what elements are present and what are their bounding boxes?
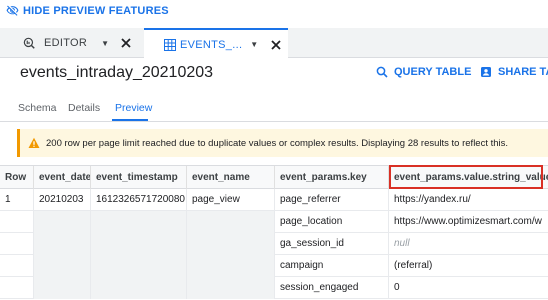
column-header: event_timestamp (91, 166, 187, 190)
search-icon (376, 66, 388, 78)
warning-icon (28, 137, 40, 148)
empty-cell (187, 211, 275, 233)
query-table-button[interactable]: QUERY TABLE (376, 66, 471, 78)
hide-preview-label: HIDE PREVIEW FEATURES (23, 4, 169, 17)
chevron-down-icon[interactable]: ▼ (101, 39, 109, 48)
query-editor-icon (23, 37, 35, 49)
cell-param-value: https://www.optimizesmart.com/w (394, 216, 542, 227)
empty-cell (187, 277, 275, 299)
column-header: Row (0, 166, 34, 190)
tab-details[interactable]: Details (68, 102, 100, 114)
empty-cell (34, 277, 91, 299)
table-row: page_location https://www.optimizesmart.… (0, 211, 548, 233)
close-icon[interactable] (270, 39, 282, 51)
row-number (0, 255, 34, 277)
chevron-down-icon[interactable]: ▼ (250, 40, 258, 49)
table-icon (164, 38, 176, 51)
table-row: session_engaged 0 (0, 277, 548, 299)
cell-param-value: 0 (394, 282, 400, 293)
person-add-icon (481, 67, 491, 77)
cell-param-key: session_engaged (275, 277, 389, 299)
empty-cell (91, 277, 187, 299)
cell-event-name: page_view (187, 189, 275, 211)
cell-param-value-null: null (394, 238, 410, 249)
tab-events[interactable]: EVENTS_... ▼ (144, 28, 288, 59)
active-tab-indicator (112, 119, 148, 121)
cell-param-key: ga_session_id (275, 233, 389, 255)
table-row: ga_session_id null (0, 233, 548, 255)
empty-cell (91, 233, 187, 255)
row-number: 1 (0, 189, 34, 211)
cell-param-key: page_location (275, 211, 389, 233)
column-header: event_name (187, 166, 275, 190)
page-title: events_intraday_20210203 (20, 64, 214, 81)
empty-cell (187, 255, 275, 277)
empty-cell (91, 211, 187, 233)
cell-param-key: campaign (275, 255, 389, 277)
hide-preview-features-button[interactable]: HIDE PREVIEW FEATURES (6, 4, 169, 17)
row-limit-warning: 200 row per page limit reached due to du… (17, 129, 548, 157)
row-number (0, 277, 34, 299)
editor-tab-bar: EDITOR ▼ EVENTS_... ▼ (0, 28, 548, 59)
eye-off-icon (6, 5, 19, 16)
table-row: 1 20210203 1612326571720080 page_view pa… (0, 189, 548, 211)
cell-param-value: (referral) (394, 260, 433, 271)
query-table-label: QUERY TABLE (394, 66, 472, 78)
empty-cell (34, 233, 91, 255)
table-header-row: Row event_date event_timestamp event_nam… (0, 165, 548, 190)
empty-cell (34, 255, 91, 277)
cell-param-value: https://yandex.ru/ (394, 194, 471, 205)
cell-event-date: 20210203 (34, 189, 91, 211)
table-header: events_intraday_20210203 QUERY TABLE SHA… (0, 58, 548, 92)
table-subtabs: Schema Details Preview (0, 96, 548, 122)
tab-preview[interactable]: Preview (115, 102, 152, 114)
row-number (0, 233, 34, 255)
column-header: event_date (34, 166, 91, 190)
top-bar: HIDE PREVIEW FEATURES (0, 0, 548, 24)
column-header: event_params.key (275, 166, 389, 190)
tab-schema[interactable]: Schema (18, 102, 57, 114)
close-icon[interactable] (120, 37, 132, 49)
share-table-button[interactable]: SHARE TABLE (480, 66, 548, 78)
empty-cell (91, 255, 187, 277)
column-header-highlighted: event_params.value.string_value (394, 172, 548, 183)
tab-events-label: EVENTS_... (180, 38, 243, 51)
table-row: campaign (referral) (0, 255, 548, 277)
row-number (0, 211, 34, 233)
empty-cell (34, 211, 91, 233)
warning-text: 200 row per page limit reached due to du… (46, 137, 509, 149)
empty-cell (187, 233, 275, 255)
tab-editor[interactable]: EDITOR ▼ (0, 28, 144, 58)
tab-editor-label: EDITOR (44, 37, 88, 49)
share-table-label: SHARE TABLE (498, 66, 548, 78)
cell-event-timestamp: 1612326571720080 (91, 189, 187, 211)
cell-param-key: page_referrer (275, 189, 389, 211)
